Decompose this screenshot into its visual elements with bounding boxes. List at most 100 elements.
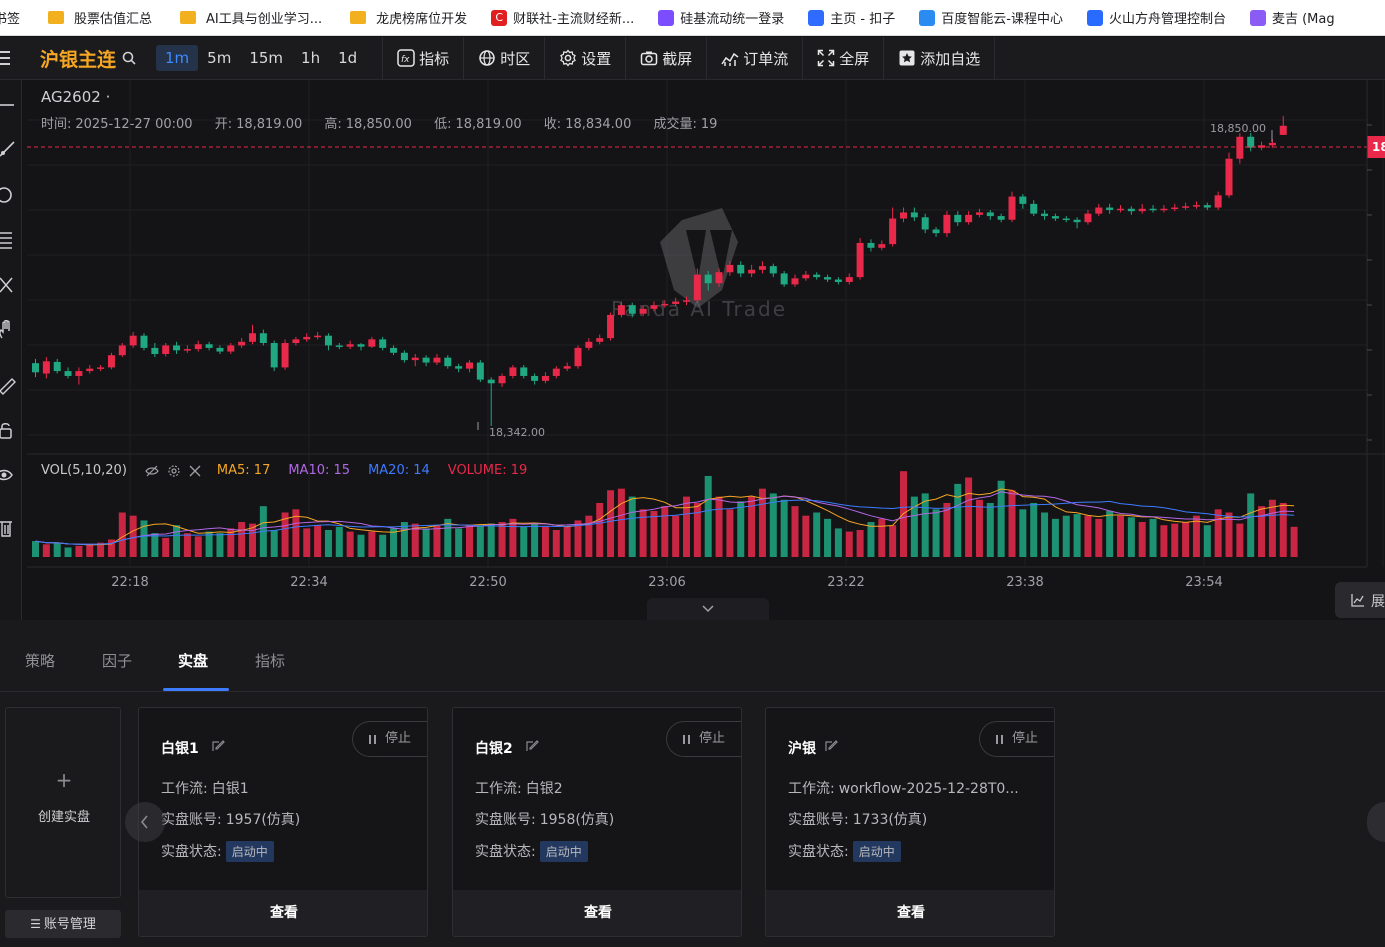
kline-chart[interactable]: Panda AI Trade 18 18,850.00 18,342.00 22… [22,80,1385,620]
close-icon[interactable] [189,465,201,477]
tab-strategy[interactable]: 策略 [25,650,55,671]
stop-button[interactable]: 停止 [352,721,427,757]
tab-indicator[interactable]: 指标 [255,650,285,671]
volume-bar [726,509,734,557]
volume-bar [422,528,430,557]
volume-bar [487,523,495,557]
bookmark-item[interactable]: 百度智能云-课程中心 [919,8,1063,27]
create-live-card[interactable]: + 创建实盘 [5,707,121,898]
time-axis-label: 22:18 [111,575,148,590]
lock-icon[interactable] [0,420,20,440]
candle-body [1073,219,1081,223]
timeframe-5m[interactable]: 5m [198,45,240,71]
volume-bar [346,531,354,557]
expand-panel-button[interactable]: 展 [1335,582,1385,618]
bookmark-item[interactable]: 火山方舟管理控制台 [1086,8,1226,27]
trash-icon[interactable] [0,518,20,538]
volume-bar [541,526,549,557]
edit-icon[interactable] [824,739,838,753]
screenshot-button[interactable]: 截屏 [625,36,706,80]
pause-icon [369,735,376,744]
candle-body [943,214,951,234]
orderflow-button[interactable]: 订单流 [706,36,802,80]
bookmark-item[interactable]: 书签 [0,8,20,27]
stop-button[interactable]: 停止 [666,721,741,757]
bookmark-item[interactable]: C 财联社-主流财经新... [491,8,634,27]
volume-bar [1214,509,1222,557]
settings-button[interactable]: 设置 [544,36,625,80]
fullscreen-button[interactable]: 全屏 [802,36,883,80]
view-button[interactable]: 查看 [453,890,741,936]
candle-body [715,272,723,284]
bookmark-item[interactable]: 龙虎榜席位开发 [346,8,467,27]
bookmark-item[interactable]: 主页 - 扣子 [808,8,895,27]
edit-icon[interactable] [525,739,539,753]
volume-bar [737,501,745,557]
timeframe-1m[interactable]: 1m [156,45,199,71]
view-button[interactable]: 查看 [766,890,1054,936]
candle-body [1149,208,1157,211]
candle-body [270,343,278,368]
carousel-prev-button[interactable] [125,802,165,842]
timeframe-15m[interactable]: 15m [240,45,292,71]
ruler-icon[interactable] [0,375,20,395]
symbol-title[interactable]: 沪银主连 [40,45,116,72]
collapse-panel-button[interactable] [647,598,769,620]
carousel-next-button[interactable] [1367,802,1385,842]
bookmark-item[interactable]: 股票估值汇总 [44,8,152,27]
stop-button[interactable]: 停止 [979,721,1054,757]
tab-live[interactable]: 实盘 [178,650,208,671]
account-manage-button[interactable]: ☰ 账号管理 [5,910,121,938]
eye-icon[interactable] [0,465,20,485]
status-row: 实盘状态: 启动中 [788,841,901,862]
account-row: 实盘账号: 1958(仿真) [475,812,615,828]
bottom-panel: 策略 因子 实盘 指标 + 创建实盘 ☰ 账号管理 白银1 停止 工作流: 白银1 实盘账… [0,620,1385,947]
timezone-button[interactable]: 时区 [463,36,544,80]
candle-body [585,341,593,348]
workflow-row: 工作流: 白银1 [161,781,249,797]
candle-body [1084,213,1092,223]
folder-icon [48,11,65,24]
bookmark-item[interactable]: 麦吉 (Mag [1249,8,1335,27]
candle-body [32,363,39,373]
candle-body [683,300,690,302]
view-button[interactable]: 查看 [139,890,427,936]
volume-bar [32,541,39,557]
candle-body [346,344,354,347]
candle-body [487,379,495,384]
candle-body [368,339,376,347]
candle-body [748,269,756,274]
volume-bar [86,544,94,557]
kline-chart-canvas[interactable]: Panda AI Trade 18 18,850.00 18,342.00 22… [22,80,1385,620]
search-icon[interactable] [122,51,136,65]
tab-factor[interactable]: 因子 [102,650,132,671]
candle-body [704,274,712,284]
eye-off-icon[interactable] [145,464,159,478]
circle-tool-icon[interactable] [0,185,20,205]
bookmark-item[interactable]: 硅基流动统一登录 [658,8,784,27]
edit-icon[interactable] [211,739,225,753]
candle-body [1106,207,1114,210]
time-axis-label: 23:54 [1185,575,1222,590]
add-watchlist-button[interactable]: 添加自选 [883,36,996,80]
cursor-line-icon[interactable] [0,95,20,115]
time-axis: 22:18 22:34 22:50 23:06 23:22 23:38 23:54 [111,575,1222,590]
candle-body [889,218,897,245]
timeframe-1d[interactable]: 1d [329,45,366,71]
timeframe-1h[interactable]: 1h [292,45,329,71]
hand-icon[interactable] [0,320,20,340]
menu-icon[interactable] [0,50,10,66]
gear-icon[interactable] [167,464,181,478]
price-axis [1367,124,1372,441]
candle-body [1268,142,1276,146]
volume-bar [1095,518,1103,557]
candle-body [1008,196,1016,220]
fib-lines-icon[interactable] [0,230,20,250]
bookmark-item[interactable]: AI工具与创业学习... [176,8,322,27]
trendline-icon[interactable] [0,140,20,160]
volume-bar [889,525,897,557]
pattern-tool-icon[interactable] [0,275,20,295]
cls-logo-icon: C [491,9,508,26]
indicators-button[interactable]: fx 指标 [382,36,463,80]
volume-bar [683,496,690,557]
